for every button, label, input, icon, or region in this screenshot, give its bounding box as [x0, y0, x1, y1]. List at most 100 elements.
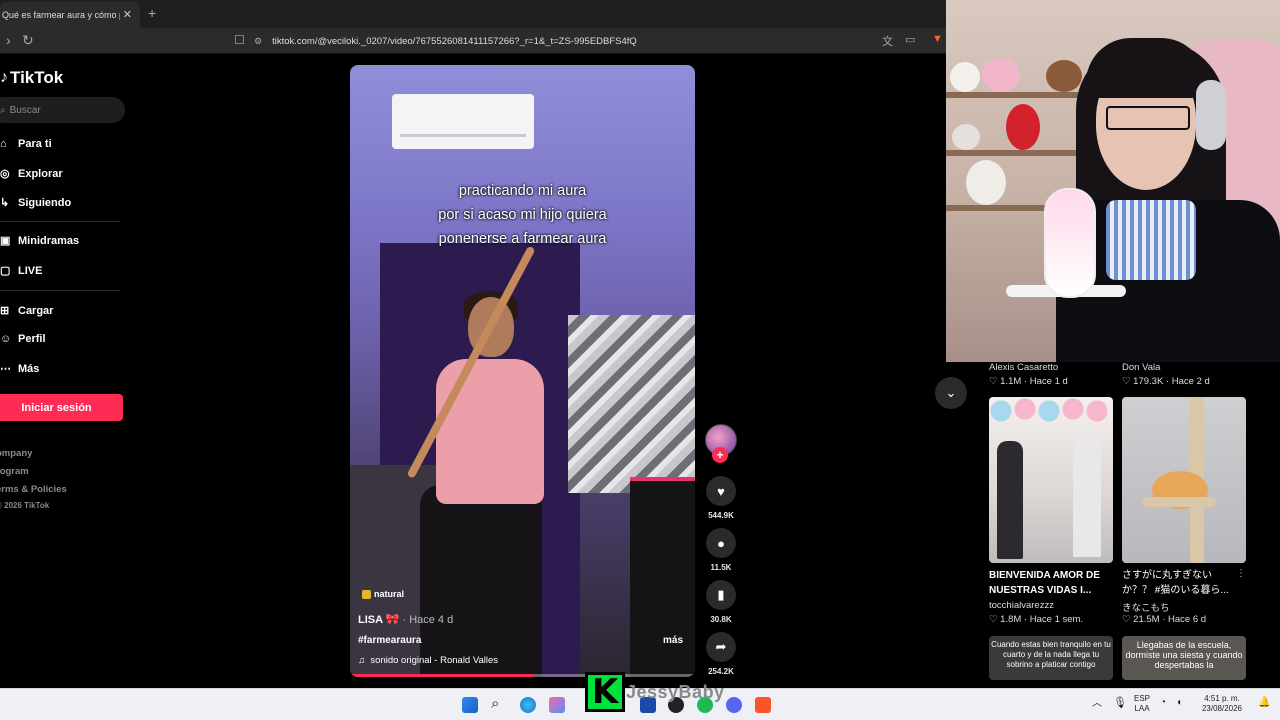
reco-title[interactable]: BIENVENIDA AMOR DE NUESTRAS VIDAS I...	[989, 568, 1107, 598]
bookmark-icon[interactable]: ☐	[234, 33, 245, 47]
share-icon: ➦	[715, 639, 727, 654]
heart-outline-icon: ♡	[1122, 376, 1131, 387]
reco-thumbnail[interactable]	[989, 397, 1113, 563]
url-text[interactable]: tiktok.com/@veciloki._0207/video/7675526…	[272, 36, 637, 47]
edge-icon[interactable]	[520, 697, 536, 713]
reco-author[interactable]: tocchialvarezzz	[989, 600, 1054, 611]
streamer-name: JessyBaby	[626, 682, 725, 702]
video-scene-person	[420, 485, 542, 677]
microphone-icon[interactable]: 🎙	[1113, 698, 1127, 709]
comment-icon: ●	[717, 535, 725, 551]
video-caption: practicando mi aura por si acaso mi hijo…	[438, 183, 607, 247]
comment-count: 11.5K	[710, 563, 732, 572]
nav-cargar[interactable]: ⊞ Cargar	[0, 304, 54, 318]
forward-icon[interactable]: ›	[6, 32, 11, 48]
reco-author[interactable]: Don Vala	[1122, 362, 1160, 373]
reco-thumbnail[interactable]: Llegabas de la escuela, dormiste una sie…	[1122, 636, 1246, 680]
comment-button[interactable]: ●	[706, 528, 736, 558]
tiktok-logo[interactable]: ♪ TikTok	[0, 68, 63, 88]
heart-icon: ♥	[717, 483, 725, 499]
nav-perfil[interactable]: ☺ Perfil	[0, 333, 46, 345]
webcam-person	[1086, 38, 1206, 98]
like-button[interactable]: ♥	[706, 476, 736, 506]
nav-label: Para ti	[18, 138, 52, 150]
notification-icon[interactable]: 🔔	[1258, 698, 1270, 708]
footer-program-link[interactable]: rogram	[0, 466, 29, 477]
reco-thumbnail[interactable]: Cuando estas bien tranquilo en tu cuarto…	[989, 636, 1113, 680]
discord-icon[interactable]	[726, 697, 742, 713]
video-hashtag[interactable]: #farmearaura	[358, 635, 421, 646]
widgets-icon[interactable]	[549, 697, 565, 713]
cast-icon[interactable]: ▭	[905, 33, 915, 46]
video-scene-person	[436, 359, 544, 504]
nav-label: LIVE	[18, 264, 43, 277]
collapse-button[interactable]: ⌄	[935, 377, 967, 409]
nav-live[interactable]: ▢ LIVE	[0, 264, 43, 278]
windows-start-icon[interactable]	[462, 697, 478, 713]
new-tab-button[interactable]: +	[148, 5, 156, 21]
upload-icon: ⊞	[0, 305, 10, 317]
reco-thumbnail[interactable]	[1122, 397, 1246, 563]
footer-terms-link[interactable]: erms & Policies	[0, 484, 67, 495]
video-tag[interactable]: natural	[362, 589, 404, 599]
tab-close-icon[interactable]: ✕	[123, 8, 132, 21]
more-options-icon[interactable]: ⋮	[1236, 568, 1246, 579]
video-music[interactable]: ♫ sonido original - Ronald Valles	[358, 655, 498, 666]
webcam-plush	[966, 160, 1006, 205]
nav-siguiendo[interactable]: ↳ Siguiendo	[0, 196, 71, 210]
more-icon: ⋯	[0, 363, 11, 375]
nav-label: Más	[18, 362, 40, 375]
search-input[interactable]: ⌕ Buscar	[0, 97, 125, 123]
site-info-icon[interactable]: ⚙	[254, 36, 262, 47]
webcam-person	[1106, 200, 1196, 280]
reco-title[interactable]: さすがに丸すぎない か？？ #猫のいる暮ら...	[1122, 568, 1240, 598]
share-button[interactable]: ➦	[706, 632, 736, 662]
brave-shield-icon[interactable]: ▼	[932, 33, 943, 45]
footer-company-link[interactable]: ompany	[0, 448, 32, 459]
login-button[interactable]: Iniciar sesión	[0, 394, 123, 421]
thumb-person	[997, 441, 1023, 559]
follow-plus-icon[interactable]: +	[712, 447, 728, 463]
volume-icon[interactable]: ◖	[1176, 698, 1182, 708]
clock[interactable]: 4:51 p. m. 23/08/2026	[1198, 694, 1246, 714]
tray-chevron-icon[interactable]: ︿	[1092, 699, 1102, 709]
reco-author[interactable]: Alexis Casaretto	[989, 362, 1058, 373]
video-player[interactable]: practicando mi aura por si acaso mi hijo…	[350, 65, 695, 677]
video-progress-bar[interactable]	[350, 674, 695, 677]
wifi-icon[interactable]: ◔	[1160, 698, 1166, 708]
heart-outline-icon: ♡	[989, 614, 998, 625]
search-placeholder: Buscar	[9, 104, 41, 116]
tag-icon	[362, 589, 371, 599]
webcam-plush	[1006, 104, 1040, 150]
address-bar[interactable]: ⚙ tiktok.com/@veciloki._0207/video/76755…	[254, 31, 926, 51]
recommendations-panel: Alexis Casaretto ♡ 1.1M · Hace 1 d Don V…	[946, 362, 1280, 688]
brave-icon[interactable]	[755, 697, 771, 713]
tiktok-note-icon: ♪	[0, 69, 8, 86]
reco-meta: ♡ 1.1M · Hace 1 d	[989, 376, 1068, 387]
reload-icon[interactable]: ↻	[22, 32, 34, 49]
webcam-plush	[950, 62, 980, 92]
search-icon[interactable]: ⌕	[491, 695, 507, 712]
webcam-plush	[1046, 60, 1082, 92]
following-icon: ↳	[0, 197, 10, 209]
video-scene-tv	[630, 477, 695, 677]
reco-author[interactable]: きなこもち	[1122, 600, 1170, 614]
nav-explorar[interactable]: ◎ Explorar	[0, 167, 63, 181]
save-count: 30.8K	[710, 615, 732, 624]
webcam-plush	[952, 124, 980, 150]
nav-minidramas[interactable]: ▣ Minidramas	[0, 234, 79, 248]
video-author[interactable]: LISA 🎀 · Hace 4 d	[358, 613, 453, 626]
profile-icon: ☺	[0, 333, 12, 345]
webcam-overlay	[946, 0, 1280, 362]
webcam-headphones	[1196, 80, 1226, 150]
video-more-link[interactable]: más	[663, 635, 683, 646]
browser-tab[interactable]: Qué es farmear aura y cómo pra ✕	[0, 2, 140, 28]
nav-label: Cargar	[18, 304, 54, 317]
nav-mas[interactable]: ⋯ Más	[0, 362, 40, 376]
translate-icon[interactable]: 文	[882, 33, 893, 49]
nav-para-ti[interactable]: ⌂ Para ti	[0, 138, 52, 150]
save-button[interactable]: ▮	[706, 580, 736, 610]
sidebar-divider	[0, 290, 120, 291]
sidebar-divider	[0, 221, 120, 222]
language-indicator[interactable]: ESP LAA	[1134, 694, 1150, 714]
